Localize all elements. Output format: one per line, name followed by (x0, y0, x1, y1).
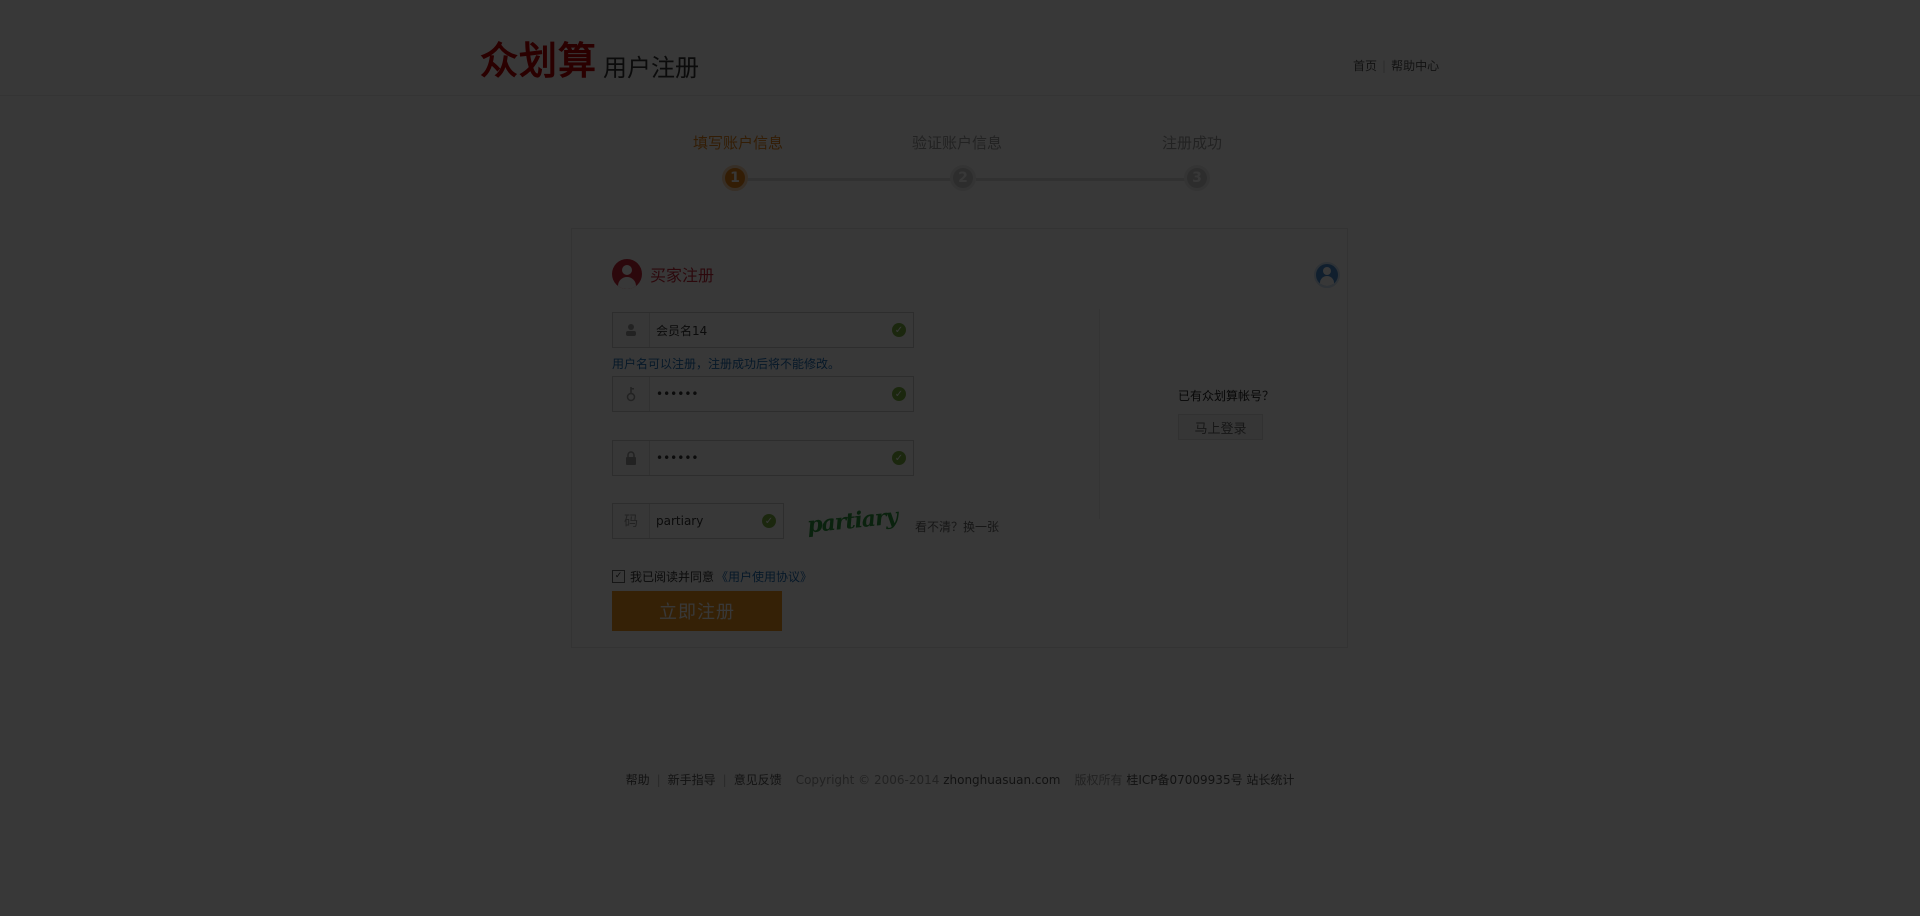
password-value: •••••• (656, 387, 699, 401)
panel-title-text: 买家注册 (650, 266, 715, 285)
username-hint: 用户名可以注册，注册成功后将不能修改。 (612, 357, 841, 371)
footer-help-link[interactable]: 帮助 (626, 773, 650, 787)
step-label-3: 注册成功 (1162, 134, 1223, 152)
refresh-captcha-link[interactable]: 看不清？换一张 (915, 518, 999, 535)
home-link[interactable]: 首页 (1353, 59, 1377, 73)
logo[interactable]: 众划算 用户注册 (480, 30, 699, 85)
key-icon (613, 377, 650, 411)
page-subtitle: 用户注册 (603, 54, 700, 82)
footer-sep: | (722, 773, 727, 787)
footer-feedback-link[interactable]: 意见反馈 (734, 773, 782, 787)
step-line-2 (976, 178, 1194, 181)
password-field[interactable]: •••••• ✓ (612, 376, 914, 412)
valid-check-icon: ✓ (892, 451, 906, 465)
login-button[interactable]: 马上登录 (1178, 414, 1263, 440)
username-value: 会员名14 (656, 323, 708, 338)
register-button[interactable]: 立即注册 (612, 591, 782, 631)
step-dot-2: 2 (950, 165, 976, 191)
panel-title: 买家注册 (612, 259, 714, 289)
captcha-image[interactable]: partiary (806, 503, 899, 538)
step-dot-1: 1 (722, 165, 748, 191)
step-label-1: 填写账户信息 (693, 134, 784, 152)
footer-stats-link[interactable]: 站长统计 (1246, 773, 1294, 787)
footer-sep: | (656, 773, 661, 787)
have-account-text: 已有众划算帐号？ (1178, 389, 1275, 403)
step-dot-3: 3 (1184, 165, 1210, 191)
footer-rights: 版权所有 (1074, 773, 1123, 787)
buyer-icon (612, 259, 642, 289)
user-icon (613, 313, 650, 347)
confirm-password-field[interactable]: •••••• ✓ (612, 440, 914, 476)
link-separator: | (1382, 59, 1387, 73)
footer: 帮助 | 新手指导 | 意见反馈 Copyright © 2006-2014 zhongh… (0, 771, 1920, 788)
footer-icp-link[interactable]: 桂ICP备07009935号 (1126, 773, 1242, 787)
username-field[interactable]: 会员名14 ✓ (612, 312, 914, 348)
footer-domain: zhonghuasuan.com (943, 773, 1061, 787)
user-agreement-link[interactable]: 《用户使用协议》 (716, 568, 812, 585)
confirm-password-value: •••••• (656, 451, 699, 465)
valid-check-icon: ✓ (892, 323, 906, 337)
captcha-field[interactable]: 码 partiary ✓ (612, 503, 784, 539)
logo-text: 众划算 (480, 38, 598, 83)
footer-guide-link[interactable]: 新手指导 (668, 773, 716, 787)
top-links: 首页 | 帮助中心 (1353, 57, 1439, 74)
agreement-row: ✓ 我已阅读并同意 《用户使用协议》 (612, 568, 812, 585)
header: 众划算 用户注册 首页 | 帮助中心 (0, 0, 1920, 96)
divider (1099, 309, 1100, 519)
valid-check-icon: ✓ (892, 387, 906, 401)
captcha-value: partiary (656, 514, 704, 528)
step-line-1 (738, 178, 960, 181)
captcha-icon: 码 (613, 504, 650, 538)
valid-check-icon: ✓ (762, 514, 776, 528)
register-panel: 买家注册 会员名14 ✓ 用户名可以注册，注册成功后将不能修改。 •••••• … (571, 228, 1348, 648)
agree-text: 我已阅读并同意 (630, 570, 715, 584)
help-center-link[interactable]: 帮助中心 (1391, 59, 1439, 73)
step-label-2: 验证账户信息 (912, 134, 1003, 152)
agree-checkbox[interactable]: ✓ (612, 570, 625, 583)
user-avatar-icon[interactable] (1314, 262, 1340, 288)
lock-icon (613, 441, 650, 475)
footer-copyright: Copyright © 2006-2014 (795, 773, 940, 787)
